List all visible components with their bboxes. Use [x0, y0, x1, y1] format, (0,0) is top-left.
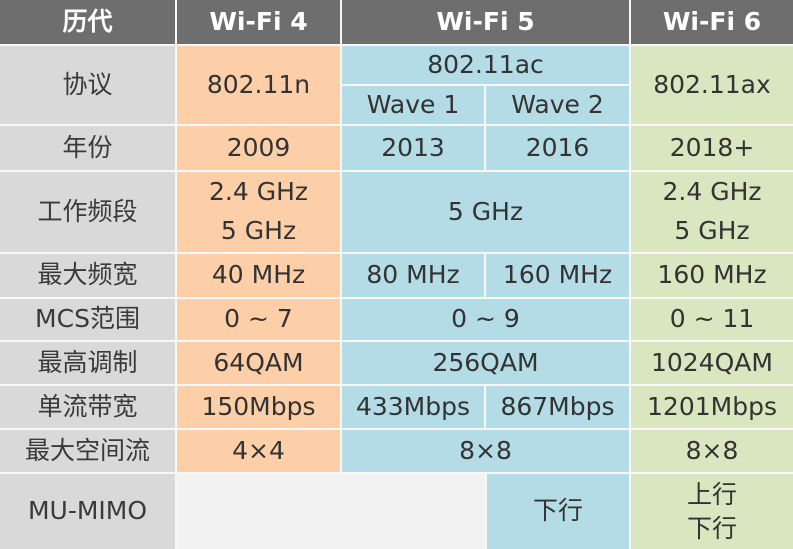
wifi4-single-stream: 150Mbps — [177, 386, 340, 428]
label-year: 年份 — [0, 126, 175, 170]
wifi5-wave1-single-stream: 433Mbps — [342, 386, 484, 428]
wifi6-band: 2.4 GHz 5 GHz — [631, 172, 793, 252]
wifi5-wave1-max-bandwidth: 80 MHz — [342, 254, 484, 297]
wifi4-protocol: 802.11n — [177, 46, 340, 124]
wifi6-max-bandwidth: 160 MHz — [631, 254, 793, 297]
wifi4-mcs: 0 ~ 7 — [177, 299, 340, 340]
header-wifi4: Wi-Fi 4 — [177, 0, 340, 44]
header-wifi6: Wi-Fi 6 — [631, 0, 793, 44]
wifi5-modulation: 256QAM — [342, 342, 629, 384]
wifi6-mu-mimo-uplink: 上行 — [686, 479, 737, 509]
wifi6-single-stream: 1201Mbps — [631, 386, 793, 428]
wifi5-mcs: 0 ~ 9 — [342, 299, 629, 340]
wifi5-wave2-label: Wave 2 — [486, 86, 629, 124]
label-modulation: 最高调制 — [0, 342, 175, 384]
wifi6-spatial-streams: 8×8 — [631, 430, 793, 472]
wifi4-modulation: 64QAM — [177, 342, 340, 384]
wifi6-modulation: 1024QAM — [631, 342, 793, 384]
label-mu-mimo: MU-MIMO — [0, 474, 175, 549]
wifi5-wave2-mu-mimo: 下行 — [487, 474, 629, 549]
wifi5-band: 5 GHz — [342, 172, 629, 252]
header-wifi5: Wi-Fi 5 — [342, 0, 629, 44]
wifi5-wave2-max-bandwidth: 160 MHz — [486, 254, 629, 297]
wifi4-band: 2.4 GHz 5 GHz — [177, 172, 340, 252]
wifi6-year: 2018+ — [631, 126, 793, 170]
wifi-comparison-table: 历代 Wi-Fi 4 Wi-Fi 5 Wi-Fi 6 协议 802.11n 80… — [0, 0, 793, 549]
wifi5-wave1-year: 2013 — [342, 126, 484, 170]
label-max-bandwidth: 最大频宽 — [0, 254, 175, 297]
wifi5-spatial-streams: 8×8 — [342, 430, 629, 472]
label-spatial-streams: 最大空间流 — [0, 430, 175, 472]
label-single-stream: 单流带宽 — [0, 386, 175, 428]
wifi4-band-line1: 2.4 GHz — [209, 177, 308, 207]
label-mcs: MCS范围 — [0, 299, 175, 340]
wifi6-band-line2: 5 GHz — [674, 216, 750, 245]
wifi5-wave2-year: 2016 — [486, 126, 629, 170]
wifi6-mu-mimo: 上行 下行 — [631, 474, 793, 549]
mu-mimo-unsupported — [177, 474, 485, 549]
wifi5-wave1-label: Wave 1 — [342, 86, 484, 124]
label-protocol: 协议 — [0, 46, 175, 124]
wifi5-wave2-single-stream: 867Mbps — [486, 386, 629, 428]
header-generation: 历代 — [0, 0, 175, 44]
wifi4-spatial-streams: 4×4 — [177, 430, 340, 472]
wifi6-mu-mimo-downlink: 下行 — [686, 513, 737, 543]
wifi4-band-line2: 5 GHz — [220, 216, 297, 245]
wifi6-protocol: 802.11ax — [631, 46, 793, 124]
wifi6-mcs: 0 ~ 11 — [631, 299, 793, 340]
wifi4-max-bandwidth: 40 MHz — [177, 254, 340, 297]
wifi6-band-line1: 2.4 GHz — [662, 177, 762, 207]
label-band: 工作频段 — [0, 172, 175, 252]
wifi5-protocol: 802.11ac — [342, 46, 629, 84]
wifi4-year: 2009 — [177, 126, 340, 170]
